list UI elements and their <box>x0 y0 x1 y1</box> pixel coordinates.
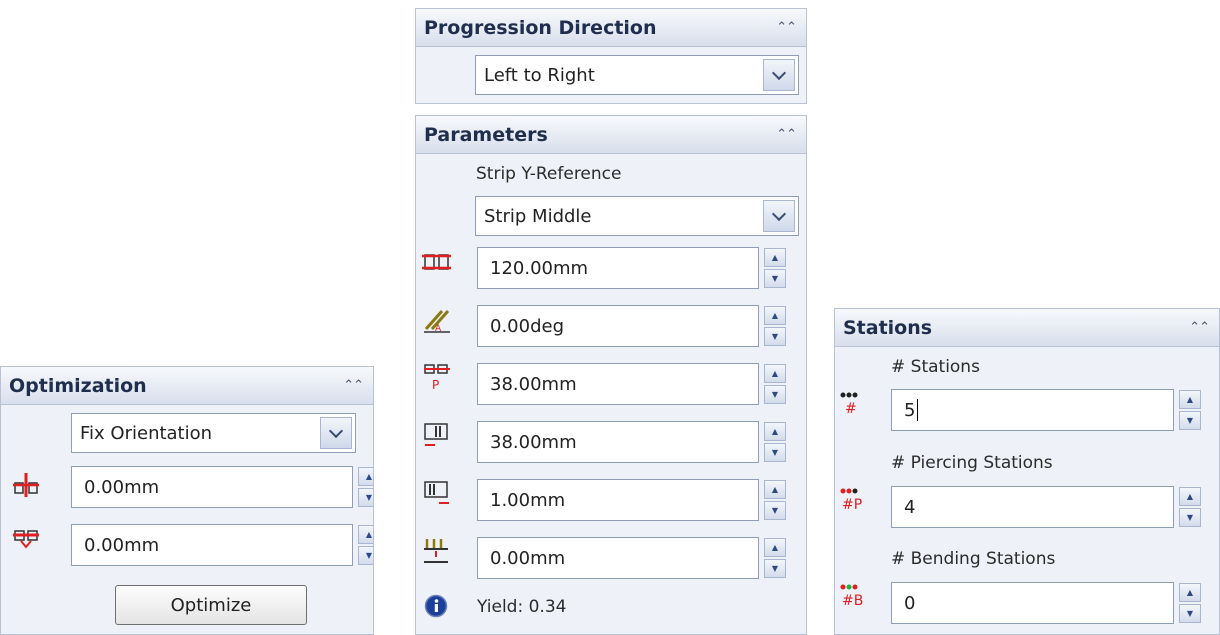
svg-text:A: A <box>435 324 442 334</box>
direction-select[interactable]: Left to Right <box>475 55 799 95</box>
text-cursor <box>917 399 919 421</box>
pitch-icon: P <box>424 364 450 391</box>
strip-width-icon <box>422 254 451 270</box>
bending-stations-field[interactable]: 0 <box>891 582 1174 624</box>
angle-field[interactable]: 0.00deg <box>477 305 759 347</box>
collapse-icon[interactable]: ⌃⌃ <box>776 20 797 35</box>
parameters-title: Parameters <box>424 123 548 146</box>
part-width-spinner[interactable]: ▲ ▼ <box>764 422 786 462</box>
bending-stations-icon: #B <box>840 584 863 609</box>
parameters-header[interactable]: Parameters ⌃⌃ <box>416 116 806 154</box>
margin-field[interactable]: 1.00mm <box>477 479 759 521</box>
stations-header[interactable]: Stations ⌃⌃ <box>835 309 1219 347</box>
spin-up-icon[interactable]: ▲ <box>1179 583 1201 602</box>
piercing-stations-spinner[interactable]: ▲ ▼ <box>1179 487 1201 527</box>
optimization-title: Optimization <box>9 374 147 397</box>
spin-up-icon[interactable]: ▲ <box>358 525 373 544</box>
collapse-icon[interactable]: ⌃⌃ <box>343 378 364 393</box>
angle-spinner[interactable]: ▲ ▼ <box>764 306 786 346</box>
bottom-offset-field[interactable]: 0.00mm <box>477 537 759 579</box>
chevron-down-icon[interactable] <box>763 200 795 232</box>
spin-up-icon[interactable]: ▲ <box>764 422 786 441</box>
spin-down-icon[interactable]: ▼ <box>1179 604 1201 623</box>
strip-y-reference-label: Strip Y-Reference <box>476 164 622 184</box>
progression-title: Progression Direction <box>424 16 657 39</box>
num-stations-field[interactable]: 5 <box>891 389 1174 431</box>
angle-icon: A <box>424 310 450 334</box>
spin-down-icon[interactable]: ▼ <box>358 488 373 507</box>
progression-direction-panel: Progression Direction ⌃⌃ Left to Right <box>415 8 807 104</box>
offset-y-icon <box>13 530 39 549</box>
collapse-icon[interactable]: ⌃⌃ <box>1189 320 1210 335</box>
stations-icon: # <box>840 392 858 417</box>
spin-up-icon[interactable]: ▲ <box>764 364 786 383</box>
svg-text:#B: #B <box>842 593 863 609</box>
spin-down-icon[interactable]: ▼ <box>764 269 786 288</box>
optimize-button[interactable]: Optimize <box>115 585 307 625</box>
stations-panel: Stations ⌃⌃ # Stations # 5 ▲ ▼ # Piercin… <box>834 308 1220 635</box>
margin-icon <box>424 481 449 504</box>
optimization-panel: Optimization ⌃⌃ Fix Orientation 0.00mm ▲… <box>0 366 374 635</box>
svg-text:P: P <box>432 378 439 391</box>
collapse-icon[interactable]: ⌃⌃ <box>776 127 797 142</box>
parameters-panel: Parameters ⌃⌃ Strip Y-Reference Strip Mi… <box>415 115 807 635</box>
offset-x-spinner[interactable]: ▲ ▼ <box>358 467 373 507</box>
svg-text:#: # <box>845 401 857 417</box>
orientation-select[interactable]: Fix Orientation <box>71 413 356 453</box>
yield-text: Yield: 0.34 <box>477 597 567 617</box>
offset-x-field[interactable]: 0.00mm <box>71 466 353 508</box>
spin-down-icon[interactable]: ▼ <box>1179 508 1201 527</box>
part-width-icon <box>424 423 448 446</box>
margin-spinner[interactable]: ▲ ▼ <box>764 480 786 520</box>
piercing-stations-label: # Piercing Stations <box>891 453 1053 473</box>
strip-width-spinner[interactable]: ▲ ▼ <box>764 248 786 288</box>
stations-title: Stations <box>843 316 933 339</box>
part-width-field[interactable]: 38.00mm <box>477 421 759 463</box>
bending-stations-label: # Bending Stations <box>891 549 1056 569</box>
strip-y-reference-select[interactable]: Strip Middle <box>475 196 799 236</box>
bottom-offset-spinner[interactable]: ▲ ▼ <box>764 538 786 578</box>
spin-down-icon[interactable]: ▼ <box>764 385 786 404</box>
spin-up-icon[interactable]: ▲ <box>1179 390 1201 409</box>
num-stations-label: # Stations <box>891 357 980 377</box>
direction-select-value: Left to Right <box>484 64 595 86</box>
spin-up-icon[interactable]: ▲ <box>1179 487 1201 506</box>
spin-up-icon[interactable]: ▲ <box>358 467 373 486</box>
orientation-select-value: Fix Orientation <box>80 422 213 444</box>
strip-width-field[interactable]: 120.00mm <box>477 247 759 289</box>
progression-header[interactable]: Progression Direction ⌃⌃ <box>416 9 806 47</box>
pitch-spinner[interactable]: ▲ ▼ <box>764 364 786 404</box>
optimization-header[interactable]: Optimization ⌃⌃ <box>1 367 373 405</box>
spin-down-icon[interactable]: ▼ <box>358 546 373 565</box>
offset-y-field[interactable]: 0.00mm <box>71 524 353 566</box>
offset-x-icon <box>13 473 39 497</box>
chevron-down-icon[interactable] <box>320 417 352 449</box>
spin-up-icon[interactable]: ▲ <box>764 480 786 499</box>
spin-down-icon[interactable]: ▼ <box>764 443 786 462</box>
strip-y-reference-value: Strip Middle <box>484 205 592 227</box>
spin-up-icon[interactable]: ▲ <box>764 538 786 557</box>
spin-down-icon[interactable]: ▼ <box>1179 411 1201 430</box>
bottom-offset-icon <box>424 539 448 563</box>
piercing-stations-field[interactable]: 4 <box>891 486 1174 528</box>
info-icon <box>424 594 448 618</box>
bending-stations-spinner[interactable]: ▲ ▼ <box>1179 583 1201 623</box>
offset-y-spinner[interactable]: ▲ ▼ <box>358 525 373 565</box>
piercing-stations-icon: #P <box>840 488 862 513</box>
spin-down-icon[interactable]: ▼ <box>764 327 786 346</box>
spin-up-icon[interactable]: ▲ <box>764 306 786 325</box>
chevron-down-icon[interactable] <box>763 59 795 91</box>
spin-down-icon[interactable]: ▼ <box>764 501 786 520</box>
num-stations-value: 5 <box>904 399 916 421</box>
svg-text:#P: #P <box>842 497 862 513</box>
spin-up-icon[interactable]: ▲ <box>764 248 786 267</box>
pitch-field[interactable]: 38.00mm <box>477 363 759 405</box>
num-stations-spinner[interactable]: ▲ ▼ <box>1179 390 1201 430</box>
spin-down-icon[interactable]: ▼ <box>764 559 786 578</box>
